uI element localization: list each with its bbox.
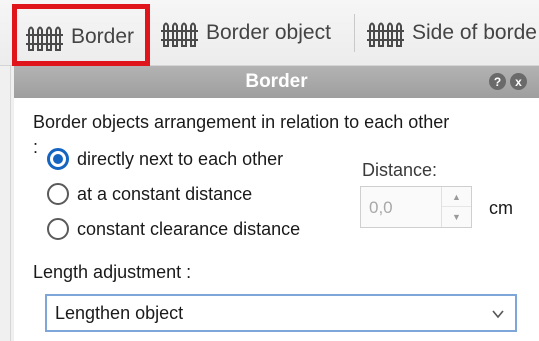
length-adjustment-value: Lengthen object	[55, 303, 184, 323]
panel-title: Border	[245, 71, 308, 92]
border-tab-button[interactable]: Border	[12, 4, 150, 66]
radio-constant-clearance[interactable]: constant clearance distance	[47, 218, 300, 240]
fence-icon	[161, 22, 198, 47]
help-icon[interactable]: ?	[489, 73, 506, 90]
toolbar-separator	[354, 14, 355, 52]
spin-up-icon[interactable]: ▲	[442, 187, 471, 207]
radio-label: constant clearance distance	[77, 218, 301, 239]
chevron-down-icon	[492, 310, 504, 319]
close-icon[interactable]: x	[510, 73, 527, 90]
length-adjustment-label: Length adjustment :	[33, 262, 192, 282]
panel-left-edge	[0, 66, 14, 341]
distance-unit: cm	[489, 198, 513, 218]
side-of-border-tab-label: Side of borde	[412, 21, 537, 44]
radio-button-checked[interactable]	[47, 148, 69, 170]
side-of-border-tab-button[interactable]: Side of borde	[366, 10, 539, 56]
arrangement-colon: :	[33, 137, 39, 157]
radio-button[interactable]	[47, 218, 69, 240]
border-object-tab-label: Border object	[206, 21, 331, 44]
radio-button[interactable]	[47, 183, 69, 205]
radio-constant-distance[interactable]: at a constant distance	[47, 183, 252, 205]
border-object-tab-button[interactable]: Border object	[160, 10, 348, 56]
radio-label: at a constant distance	[77, 183, 253, 204]
fence-icon	[26, 26, 63, 51]
fence-icon	[367, 22, 404, 47]
distance-spinbox[interactable]: 0,0 ▲ ▼	[360, 186, 472, 228]
border-tab-label: Border	[71, 25, 135, 48]
spin-down-icon[interactable]: ▼	[442, 207, 471, 227]
distance-label: Distance:	[362, 160, 438, 180]
length-adjustment-dropdown[interactable]: Lengthen object	[45, 294, 517, 332]
arrangement-label: Border objects arrangement in relation t…	[33, 112, 450, 132]
distance-value: 0,0	[369, 198, 393, 217]
radio-label: directly next to each other	[77, 148, 284, 169]
panel-title-bar: Border ? x	[14, 66, 539, 98]
radio-directly-next[interactable]: directly next to each other	[47, 148, 283, 170]
toolbar: Border Border object Side of borde	[0, 0, 539, 66]
